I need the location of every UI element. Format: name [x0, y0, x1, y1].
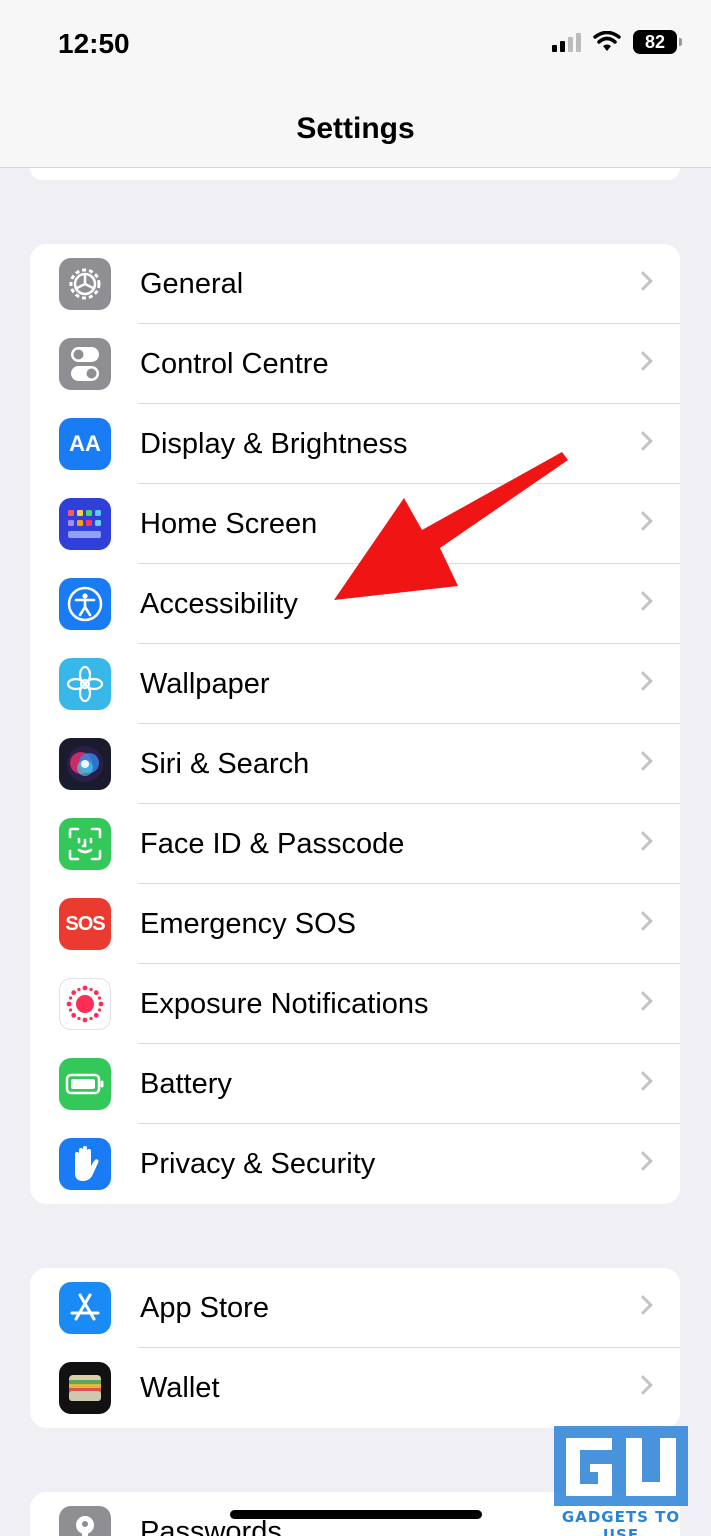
face-id-icon [59, 818, 111, 870]
battery-indicator: 82 [633, 30, 682, 54]
chevron-right-icon [633, 751, 653, 771]
settings-row-home-screen[interactable]: Home Screen [30, 484, 680, 564]
chevron-right-icon [633, 271, 653, 291]
settings-row-label: Privacy & Security [140, 1148, 376, 1180]
settings-row-label: Passwords [140, 1516, 282, 1536]
status-icons: 82 [552, 30, 682, 54]
hand-icon [59, 1138, 111, 1190]
text-size-icon: AA [59, 418, 111, 470]
settings-row-emergency-sos[interactable]: SOS Emergency SOS [30, 884, 680, 964]
settings-row-wallet[interactable]: Wallet [30, 1348, 680, 1428]
wifi-icon [593, 31, 621, 51]
status-time: 12:50 [58, 28, 130, 59]
battery-level: 82 [644, 31, 666, 52]
wallet-icon [59, 1362, 111, 1414]
settings-row-general[interactable]: General [30, 244, 680, 324]
settings-row-label: Emergency SOS [140, 908, 356, 940]
settings-row-exposure-notifications[interactable]: Exposure Notifications [30, 964, 680, 1044]
watermark-logo: GADGETS TO USE [548, 1426, 694, 1536]
chevron-right-icon [633, 1071, 653, 1091]
settings-row-siri-search[interactable]: Siri & Search [30, 724, 680, 804]
settings-row-label: Battery [140, 1068, 232, 1100]
settings-row-wallpaper[interactable]: Wallpaper [30, 644, 680, 724]
settings-row-privacy-security[interactable]: Privacy & Security [30, 1124, 680, 1204]
chevron-right-icon [633, 431, 653, 451]
chevron-right-icon [633, 511, 653, 531]
settings-row-label: Siri & Search [140, 748, 310, 780]
settings-row-label: General [140, 268, 244, 300]
chevron-right-icon [633, 671, 653, 691]
settings-row-app-store[interactable]: App Store [30, 1268, 680, 1348]
sos-icon: SOS [59, 898, 111, 950]
settings-row-label: Display & Brightness [140, 428, 408, 460]
settings-row-label: Face ID & Passcode [140, 828, 405, 860]
chevron-right-icon [633, 1295, 653, 1315]
settings-row-face-id-passcode[interactable]: Face ID & Passcode [30, 804, 680, 884]
chevron-right-icon [633, 351, 653, 371]
app-store-icon [59, 1282, 111, 1334]
home-indicator [230, 1510, 482, 1519]
watermark-text: GADGETS TO USE [561, 1508, 681, 1536]
settings-row-label: App Store [140, 1292, 269, 1324]
page-title: Settings [296, 111, 415, 145]
chevron-right-icon [633, 1151, 653, 1171]
chevron-right-icon [633, 911, 653, 931]
gadgets-to-use-logo-icon [554, 1426, 688, 1506]
settings-row-label: Wallet [140, 1372, 220, 1404]
exposure-icon [59, 978, 111, 1030]
settings-row-label: Wallpaper [140, 668, 270, 700]
settings-row-label: Accessibility [140, 588, 298, 620]
chevron-right-icon [633, 591, 653, 611]
settings-group-main: General Control Centre AA Display & Brig… [30, 244, 680, 1204]
settings-group-apps: App Store Wallet [30, 1268, 680, 1428]
cellular-signal-icon [552, 32, 581, 52]
chevron-right-icon [633, 991, 653, 1011]
app-grid-icon [59, 498, 111, 550]
gear-icon [59, 258, 111, 310]
accessibility-icon [59, 578, 111, 630]
status-bar: 12:50 82 [0, 0, 711, 90]
scrolled-group-edge [30, 168, 680, 180]
settings-row-accessibility[interactable]: Accessibility [30, 564, 680, 644]
settings-row-battery[interactable]: Battery [30, 1044, 680, 1124]
chevron-right-icon [633, 1375, 653, 1395]
navigation-bar: Settings [0, 90, 711, 168]
toggles-icon [59, 338, 111, 390]
settings-row-display-brightness[interactable]: AA Display & Brightness [30, 404, 680, 484]
chevron-right-icon [633, 831, 653, 851]
siri-icon [59, 738, 111, 790]
key-icon [59, 1506, 111, 1536]
flower-icon [59, 658, 111, 710]
battery-icon [59, 1058, 111, 1110]
settings-row-label: Exposure Notifications [140, 988, 429, 1020]
settings-row-control-centre[interactable]: Control Centre [30, 324, 680, 404]
settings-row-label: Control Centre [140, 348, 329, 380]
settings-row-label: Home Screen [140, 508, 318, 540]
